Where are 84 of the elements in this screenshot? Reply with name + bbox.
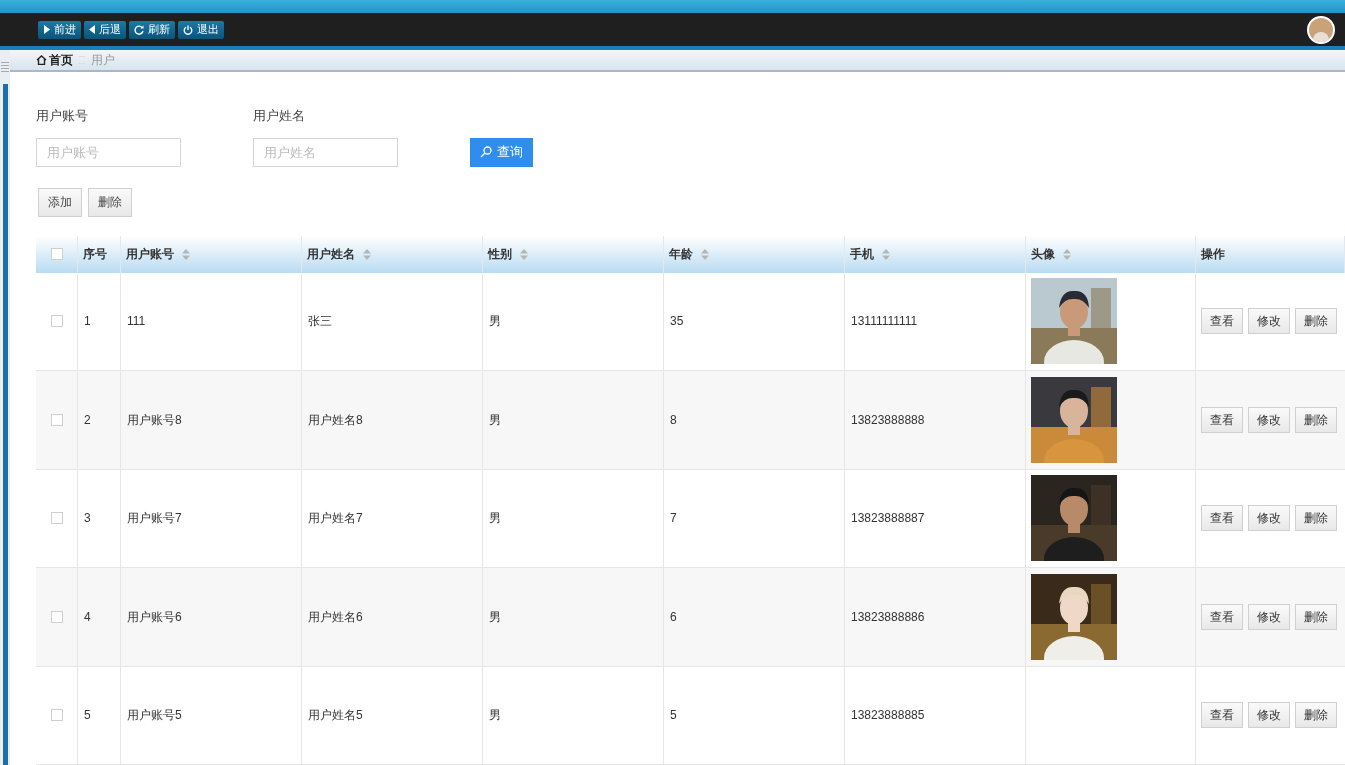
table-cell-text: 7 [670,510,677,528]
table-cell-text: 3 [84,510,91,528]
field-label: 用户姓名 [253,107,306,125]
table-cell-text: 8 [670,411,677,429]
avatar[interactable] [1307,15,1335,44]
table-cell-text: 用户账号7 [127,510,182,528]
column-header: 用户姓名 [307,246,355,263]
table-cell-text: 111 [127,313,146,331]
action-button[interactable]: 添加 [38,187,82,217]
table-cell-text: 2 [84,411,91,429]
table-cell-text: 用户姓名8 [308,411,363,429]
caret-left-icon [89,25,95,34]
table-cell-text: 用户账号8 [127,411,182,429]
table-cell-text: 35 [670,313,684,331]
table-cell-text: 用户账号6 [127,608,182,626]
table-cell-text: 男 [489,510,501,528]
sort-icon[interactable] [701,248,709,260]
checkbox[interactable] [50,413,63,426]
row-action-button[interactable]: 删除 [1295,308,1337,335]
row-action-button[interactable]: 查看 [1201,702,1243,729]
row-action-button[interactable]: 删除 [1295,603,1337,630]
home-icon [36,55,47,65]
sort-icon[interactable] [1063,248,1071,260]
table-cell-text: 4 [84,608,91,626]
row-action-button[interactable]: 删除 [1295,406,1337,433]
table-cell-text: 13823888885 [851,707,925,725]
checkbox[interactable] [50,315,63,328]
toolbar-button[interactable]: 后退 [84,20,126,39]
table-cell-text: 用户姓名5 [308,707,363,725]
table-cell-text: 用户姓名7 [308,510,363,528]
row-action-button[interactable]: 删除 [1295,702,1337,729]
row-action-button[interactable]: 查看 [1201,603,1243,630]
search-field[interactable]: 用户姓名 [253,137,398,167]
row-action-button[interactable]: 查看 [1201,406,1243,433]
table-cell-text: 1 [84,313,91,331]
table-cell-text: 男 [489,313,501,331]
row-action-button[interactable]: 修改 [1248,505,1290,532]
table-cell-text: 5 [84,707,91,725]
column-header: 操作 [1201,246,1225,263]
sort-icon[interactable] [182,248,190,260]
row-action-button[interactable]: 查看 [1201,308,1243,335]
table-cell-text: 男 [489,608,501,626]
table-cell-text: 张三 [308,313,332,331]
column-header: 性别 [488,246,512,263]
toolbar-button[interactable]: 前进 [38,20,81,39]
row-action-button[interactable]: 修改 [1248,308,1290,335]
table-cell-text: 男 [489,707,501,725]
row-action-button[interactable]: 查看 [1201,505,1243,532]
row-action-button[interactable]: 修改 [1248,702,1290,729]
power-icon [183,24,193,35]
table-cell-text: 5 [670,707,677,725]
search-icon [480,146,492,158]
table-cell-text: 用户姓名6 [308,608,363,626]
toolbar-button[interactable]: 刷新 [129,20,175,39]
field-label: 用户账号 [36,107,89,125]
table-cell-text: 13823888888 [851,411,925,429]
table-cell-text: 13111111111 [851,313,918,331]
column-header: 用户账号 [126,246,174,263]
sort-icon[interactable] [520,248,528,260]
sort-icon[interactable] [363,248,371,260]
refresh-icon [134,24,144,35]
toolbar-button[interactable]: 退出 [178,20,224,39]
column-header: 手机 [850,246,874,263]
sort-icon[interactable] [882,248,890,260]
row-action-button[interactable]: 修改 [1248,603,1290,630]
action-button[interactable]: 删除 [88,187,132,217]
checkbox[interactable] [50,248,63,260]
checkbox[interactable] [50,709,63,722]
row-action-button[interactable]: 删除 [1295,505,1337,532]
column-header: 年龄 [669,246,693,263]
breadcrumb-home-link[interactable]: 首页 [36,51,73,69]
table-cell-text: 用户账号5 [127,707,182,725]
play-icon [43,25,50,34]
table-cell-text: 13823888887 [851,510,925,528]
search-field[interactable]: 用户账号 [36,137,181,167]
table-cell-text: 6 [670,608,677,626]
checkbox[interactable] [50,610,63,623]
row-action-button[interactable]: 修改 [1248,406,1290,433]
table-cell-text: 13823888886 [851,608,925,626]
checkbox[interactable] [50,512,63,525]
table-cell-text: 男 [489,411,501,429]
column-header: 序号 [83,246,107,263]
breadcrumb-current: 用户 [91,52,115,69]
column-header: 头像 [1031,246,1055,263]
